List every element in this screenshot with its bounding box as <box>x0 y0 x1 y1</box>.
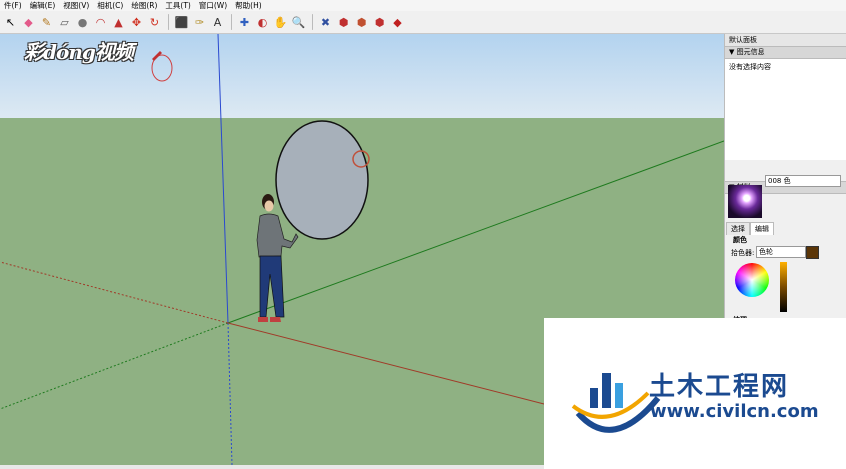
toolbar-separator <box>231 14 232 30</box>
color-wheel[interactable] <box>735 263 769 297</box>
menu-item-2[interactable]: 视图(V) <box>59 0 93 11</box>
brightness-slider[interactable] <box>780 262 787 312</box>
material-name-field[interactable]: 008 色 <box>765 175 841 187</box>
menu-item-5[interactable]: 工具(T) <box>161 0 194 11</box>
eraser-tool-icon[interactable]: ◆ <box>20 14 37 31</box>
rectangle-tool-icon[interactable]: ▱ <box>56 14 73 31</box>
scale-tool-icon[interactable]: ⬛ <box>173 14 190 31</box>
tape-measure-tool-icon[interactable]: ✑ <box>191 14 208 31</box>
menu-item-7[interactable]: 帮助(H) <box>231 0 266 11</box>
blue-axis-dotted <box>227 322 233 465</box>
menu-item-6[interactable]: 窗口(W) <box>195 0 231 11</box>
tab-select[interactable]: 选择 <box>726 222 750 235</box>
circle-tool-icon[interactable]: ● <box>74 14 91 31</box>
extension-icon[interactable]: ⬢ <box>371 14 388 31</box>
green-axis-dotted <box>0 322 229 410</box>
pencil-tool-icon[interactable]: ✎ <box>38 14 55 31</box>
site-name: 土木工程网 <box>649 372 790 402</box>
components-icon[interactable]: ⬢ <box>353 14 370 31</box>
warehouse-icon[interactable]: ⬢ <box>335 14 352 31</box>
drawn-circle[interactable] <box>275 120 369 240</box>
move-tool-icon[interactable]: ✥ <box>128 14 145 31</box>
panel-title: 默认面板 <box>725 34 846 46</box>
menu-item-1[interactable]: 编辑(E) <box>26 0 60 11</box>
toolbar-separator <box>312 14 313 30</box>
material-preview <box>728 185 762 218</box>
menu-item-4[interactable]: 绘图(R) <box>127 0 161 11</box>
ruby-icon[interactable]: ◆ <box>389 14 406 31</box>
entity-info-text: 没有选择内容 <box>729 63 771 71</box>
site-url: www.civilcn.com <box>650 401 819 422</box>
menu-item-0[interactable]: 件(F) <box>0 0 26 11</box>
blue-axis <box>217 34 229 324</box>
zoom-extents-tool-icon[interactable]: ✖ <box>317 14 334 31</box>
push-pull-tool-icon[interactable]: ▲ <box>110 14 127 31</box>
text-tool-icon[interactable]: A <box>209 14 226 31</box>
select-tool-icon[interactable]: ↖ <box>2 14 19 31</box>
pan-tool-icon[interactable]: ✋ <box>272 14 289 31</box>
color-picker-label: 拾色器: <box>731 249 755 257</box>
toolbar-separator <box>168 14 169 30</box>
tab-edit[interactable]: 编辑 <box>750 222 774 235</box>
rotate-tool-icon[interactable]: ↻ <box>146 14 163 31</box>
materials-tabs: 选择 编辑 <box>726 222 774 235</box>
video-watermark-logo: 彩dóng视频 <box>24 40 134 64</box>
status-bar <box>0 465 544 469</box>
color-swatch[interactable] <box>806 246 819 259</box>
arc-tool-icon[interactable]: ◠ <box>92 14 109 31</box>
red-axis <box>227 322 545 405</box>
menu-bar: 件(F) 编辑(E) 视图(V) 相机(C) 绘图(R) 工具(T) 窗口(W) 帮助(H) <box>0 0 846 11</box>
color-label: 颜色 <box>733 236 747 244</box>
color-picker-select[interactable]: 色轮 <box>756 246 806 258</box>
orbit-tool-icon[interactable]: ◐ <box>254 14 271 31</box>
entity-info-header[interactable]: ▼ 图元信息 <box>725 46 846 59</box>
entity-info-box: 没有选择内容 <box>725 59 846 160</box>
axes-tool-icon[interactable]: ✚ <box>236 14 253 31</box>
zoom-tool-icon[interactable]: 🔍 <box>290 14 307 31</box>
menu-item-3[interactable]: 相机(C) <box>93 0 127 11</box>
pencil-cursor-icon <box>152 51 162 61</box>
main-toolbar: ↖ ◆ ✎ ▱ ● ◠ ▲ ✥ ↻ ⬛ ✑ A ✚ ◐ ✋ 🔍 ✖ ⬢ ⬢ ⬢ ◆ <box>0 11 846 34</box>
site-watermark: 土木工程网 www.civilcn.com <box>544 318 846 469</box>
red-axis-dotted <box>0 261 229 324</box>
